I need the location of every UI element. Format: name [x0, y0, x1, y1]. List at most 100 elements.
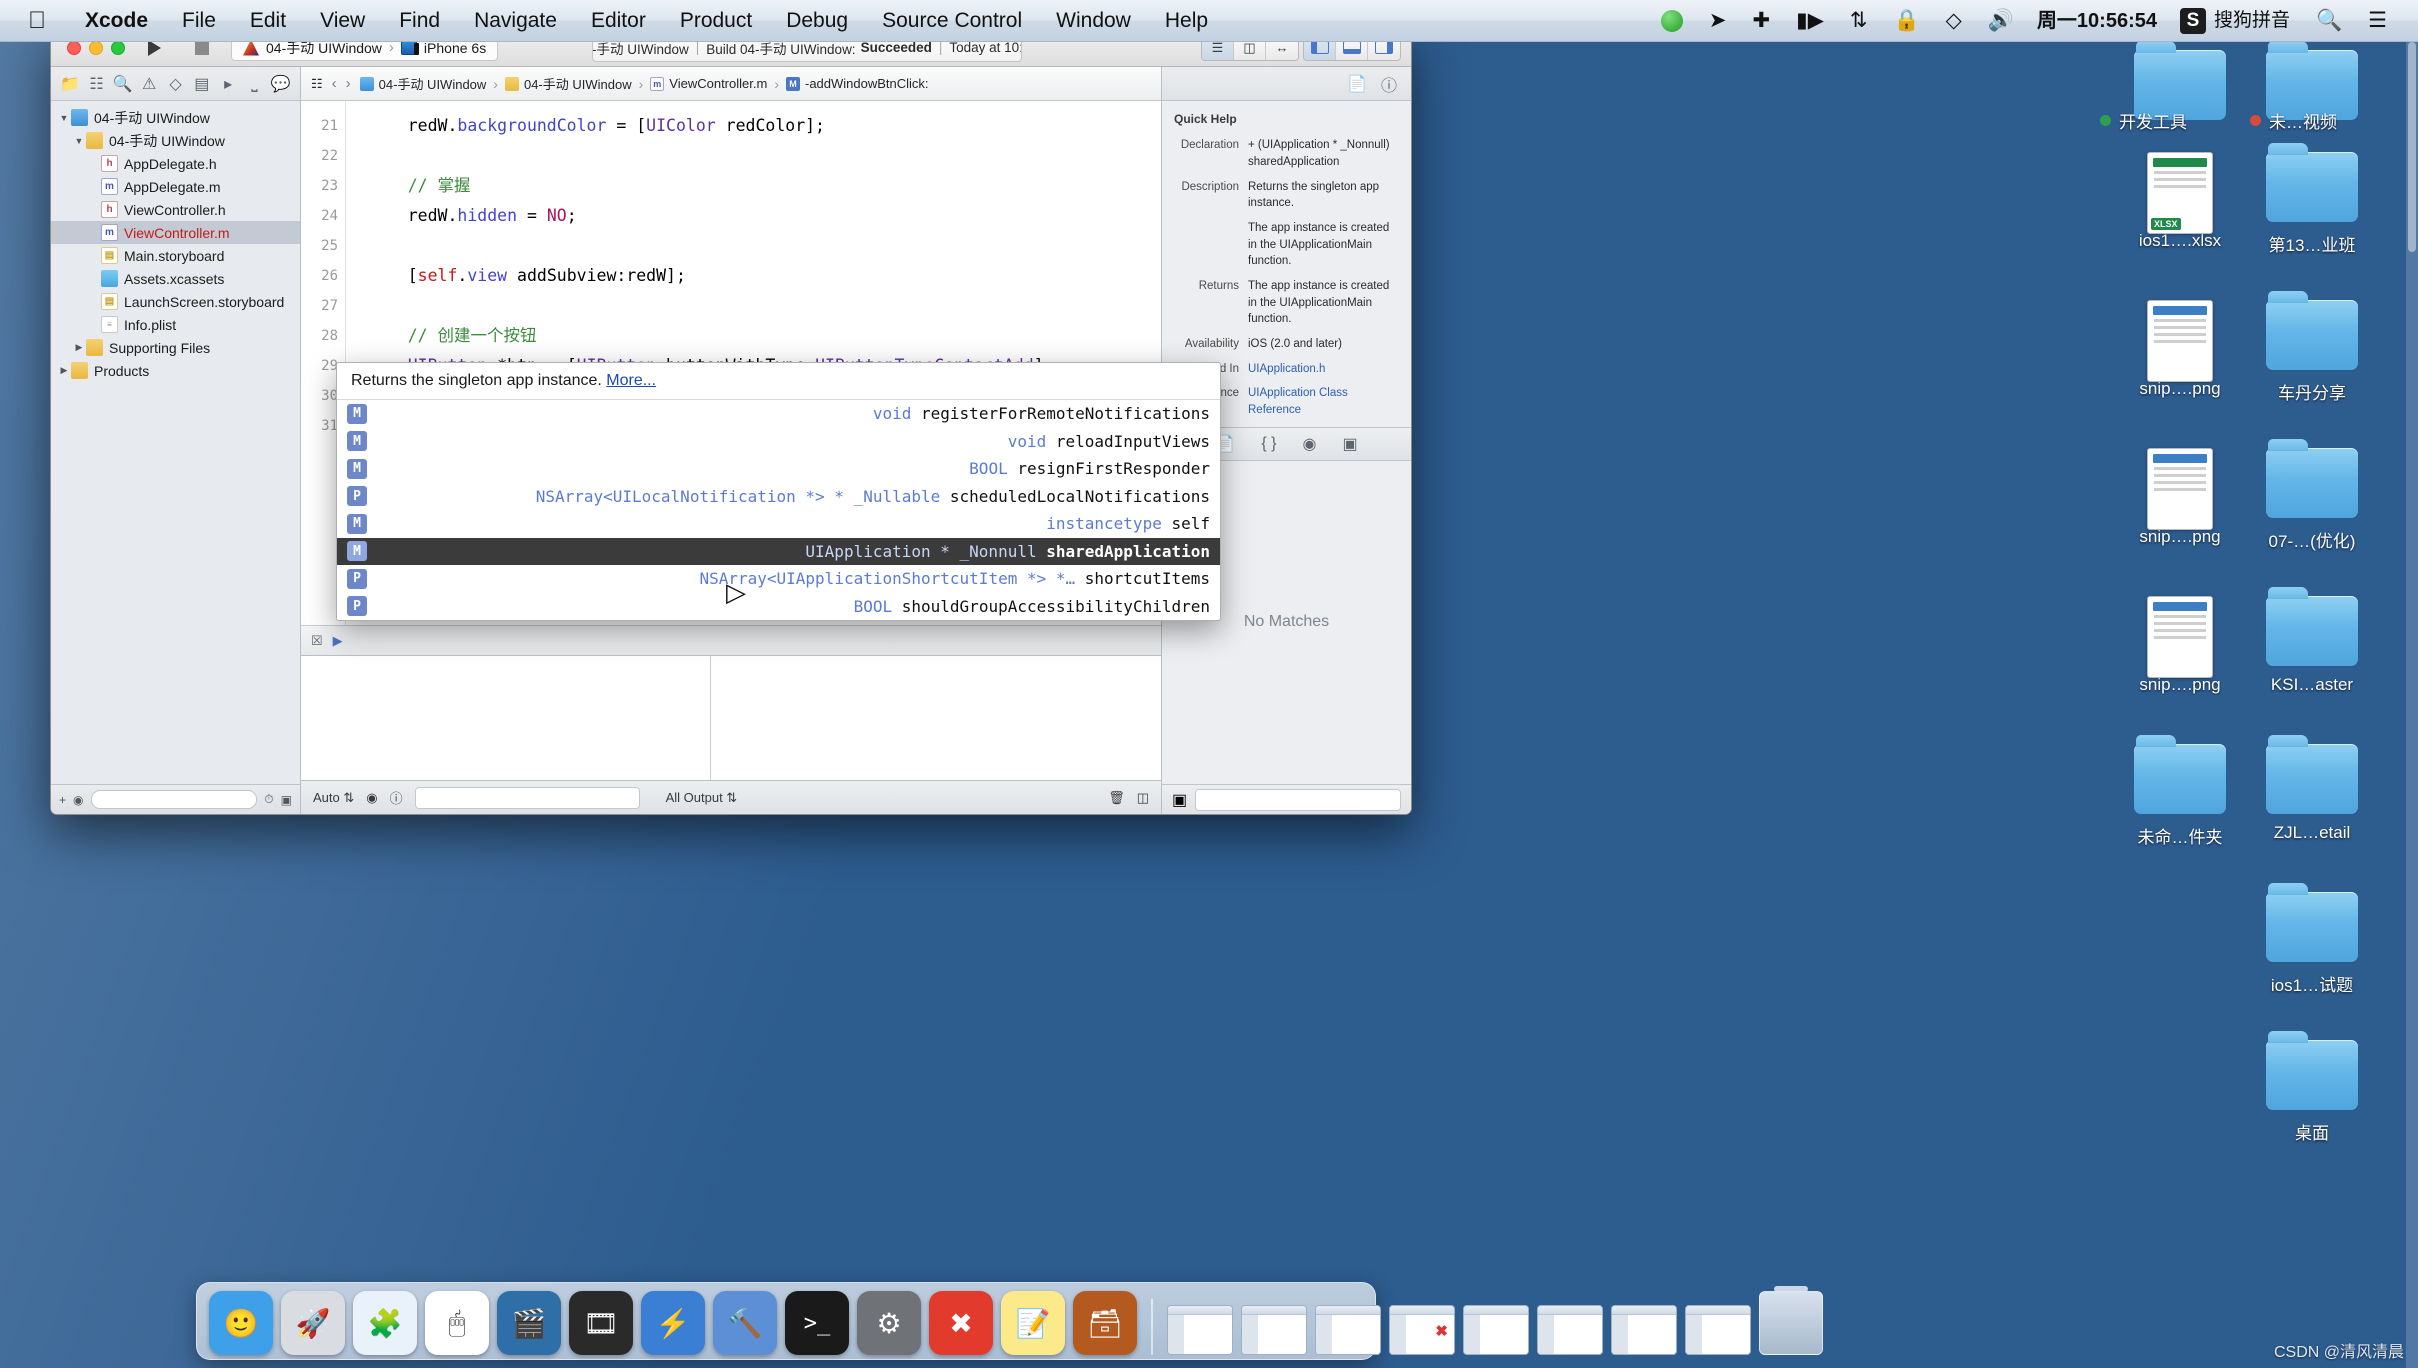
code-completion-popup[interactable]: Returns the singleton app instance. More… — [336, 362, 1221, 621]
tree-item-viewcontroller-m[interactable]: m ViewController.m — [51, 221, 300, 244]
menu-item-navigate[interactable]: Navigate — [457, 0, 574, 42]
code-snippet-library-icon[interactable]: { } — [1261, 435, 1276, 453]
breadcrumb-item-file[interactable]: ViewController.m — [669, 76, 767, 91]
spotlight-icon[interactable]: 🔍 — [2303, 0, 2355, 42]
hammer-icon[interactable]: 🔨 — [713, 1291, 777, 1355]
safari-icon[interactable]: 🧩 — [353, 1291, 417, 1355]
record-icon[interactable] — [1648, 9, 1696, 32]
library-grid-toggle[interactable]: ▣ — [1172, 790, 1187, 810]
desktop-icon[interactable]: KSI…aster — [2260, 587, 2364, 695]
collapse-icon[interactable]: ☒ — [311, 633, 323, 649]
tab-report-navigator[interactable]: 💬 — [268, 72, 294, 96]
tree-item-appdelegate-h[interactable]: h AppDelegate.h — [51, 152, 300, 175]
tree-item-04-uiwindow[interactable]: ▼ 04-手动 UIWindow — [51, 129, 300, 152]
finder-icon[interactable]: 🙂 — [209, 1291, 273, 1355]
window-thumb-4[interactable]: ✖ — [1389, 1305, 1455, 1355]
code-line[interactable]: // 创建一个按钮 — [368, 321, 1161, 351]
lock-icon[interactable]: 🔒 — [1880, 0, 1932, 42]
code-line[interactable]: // 掌握 — [368, 171, 1161, 201]
breadcrumb-item-project[interactable]: 04-手动 UIWindow — [379, 74, 487, 93]
tab-issue-navigator[interactable]: ◇ — [162, 72, 188, 96]
media-library-icon[interactable]: ▣ — [1342, 434, 1357, 454]
console-view[interactable] — [711, 656, 1161, 780]
code-line[interactable] — [368, 291, 1161, 321]
menu-item-find[interactable]: Find — [382, 0, 457, 42]
desktop-icon[interactable]: snip….png — [2128, 596, 2232, 695]
window-thumb-6[interactable] — [1537, 1305, 1603, 1355]
clear-console-button[interactable]: 🗑 — [1108, 790, 1125, 806]
tab-source-control-navigator[interactable]: ☷ — [83, 72, 109, 96]
archive-icon[interactable]: 🗃 — [1073, 1291, 1137, 1355]
minimize-button[interactable] — [89, 40, 103, 55]
variables-info-icon[interactable]: ⓘ — [390, 788, 403, 807]
tree-item-viewcontroller-h[interactable]: h ViewController.h — [51, 198, 300, 221]
breadcrumb-item-folder[interactable]: 04-手动 UIWindow — [524, 74, 632, 93]
disclosure-triangle[interactable]: ▶ — [57, 365, 71, 376]
window-thumb-8[interactable] — [1685, 1305, 1751, 1355]
desktop-icon[interactable]: snip….png — [2128, 448, 2232, 547]
completion-item-shouldGroupAccessibilityChildren[interactable]: P BOOL shouldGroupAccessibilityChildren — [337, 593, 1220, 621]
menu-item-editor[interactable]: Editor — [574, 0, 663, 42]
variables-filter-input[interactable] — [414, 786, 640, 809]
tree-item-appdelegate-m[interactable]: m AppDelegate.m — [51, 175, 300, 198]
tab-find-navigator[interactable]: ⚠ — [136, 72, 162, 96]
desktop-icon[interactable]: ZJL…etail — [2260, 735, 2364, 843]
clock[interactable]: 周一10:56:54 — [2027, 0, 2167, 42]
source-control-filter-icon[interactable]: ▣ — [281, 793, 292, 807]
window-thumb-1[interactable] — [1167, 1305, 1233, 1355]
volume-icon[interactable]: 🔊 — [1975, 0, 2027, 42]
zoom-button[interactable] — [111, 40, 125, 55]
menu-item-view[interactable]: View — [303, 0, 382, 42]
window-thumb-7[interactable] — [1611, 1305, 1677, 1355]
add-file-button[interactable]: + — [59, 793, 66, 807]
menu-item-edit[interactable]: Edit — [233, 0, 303, 42]
trash-icon[interactable] — [1759, 1286, 1823, 1355]
code-line[interactable] — [368, 231, 1161, 261]
forward-button[interactable]: › — [346, 75, 351, 92]
breadcrumb-item-method[interactable]: -addWindowBtnClick: — [805, 76, 929, 91]
completion-item-resignFirstResponder[interactable]: M BOOL resignFirstResponder — [337, 455, 1220, 483]
tree-item-assets-xcassets[interactable]: Assets.xcassets — [51, 267, 300, 290]
menu-item-help[interactable]: Help — [1148, 0, 1225, 42]
desktop-icon[interactable]: XLSX ios1….xlsx — [2128, 152, 2232, 251]
navigator-filter-input[interactable] — [90, 790, 258, 809]
code-line[interactable]: redW.backgroundColor = [UIColor redColor… — [368, 111, 1161, 141]
settings-icon[interactable]: ⚙ — [857, 1291, 921, 1355]
apple-icon[interactable]:  — [0, 0, 68, 42]
tree-item-launchscreen-storyboard[interactable]: ▤ LaunchScreen.storyboard — [51, 290, 300, 313]
completion-list[interactable]: Mvoid registerForRemoteNotifications Mvoi… — [337, 400, 1220, 620]
code-line[interactable]: redW.hidden = NO; — [368, 201, 1161, 231]
related-items-icon[interactable]: ☷ — [311, 76, 323, 92]
desktop-icon[interactable]: snip….png — [2128, 300, 2232, 399]
back-button[interactable]: ‹ — [332, 75, 337, 92]
sync-icon[interactable]: ⇅ — [1837, 0, 1881, 42]
completion-item-self[interactable]: Minstancetype self — [337, 510, 1220, 538]
completion-item-reloadInputViews[interactable]: Mvoid reloadInputViews — [337, 428, 1220, 456]
control-center-icon[interactable]: ☰ — [2355, 0, 2400, 42]
window-thumb-3[interactable] — [1315, 1305, 1381, 1355]
disclosure-triangle[interactable]: ▶ — [72, 342, 86, 353]
wifi-icon[interactable]: ◇ — [1933, 0, 1975, 42]
tree-item-main-storyboard[interactable]: ▤ Main.storyboard — [51, 244, 300, 267]
terminal-icon[interactable]: >_ — [785, 1291, 849, 1355]
xcode-icon[interactable]: ⚡ — [641, 1291, 705, 1355]
desktop-icon[interactable]: 车丹分享 — [2260, 291, 2364, 404]
launchpad-icon[interactable]: 🚀 — [281, 1291, 345, 1355]
close-button[interactable] — [67, 40, 81, 55]
tree-item-supporting-files[interactable]: ▶ Supporting Files — [51, 336, 300, 359]
breakpoint-flag-icon[interactable]: ▶ — [333, 633, 343, 649]
notes-icon[interactable]: 📝 — [1001, 1291, 1065, 1355]
console-output-selector[interactable]: All Output ⇅ — [666, 790, 738, 806]
completion-item-sharedApplication[interactable]: M UIApplication * _Nonnull sharedApplicat… — [337, 537, 1220, 565]
variable-scope-selector[interactable]: Auto ⇅ — [313, 790, 354, 806]
location-icon[interactable]: ➤ — [1696, 0, 1740, 42]
console-split-toggle[interactable]: ◫ — [1137, 790, 1149, 806]
disclosure-triangle[interactable]: ▼ — [72, 136, 86, 146]
mouse-app-icon[interactable]: 🖱 — [425, 1291, 489, 1355]
bluetooth-icon[interactable]: ✚ — [1740, 0, 1784, 42]
desktop-icon[interactable]: 第13…业班 — [2260, 143, 2364, 256]
tab-symbol-navigator[interactable]: 🔍 — [110, 72, 136, 96]
tree-item-products[interactable]: ▶ Products — [51, 359, 300, 382]
desktop-icon[interactable]: ios1…试题 — [2260, 883, 2364, 996]
input-method-indicator[interactable]: S 搜狗拼音 — [2167, 0, 2303, 42]
